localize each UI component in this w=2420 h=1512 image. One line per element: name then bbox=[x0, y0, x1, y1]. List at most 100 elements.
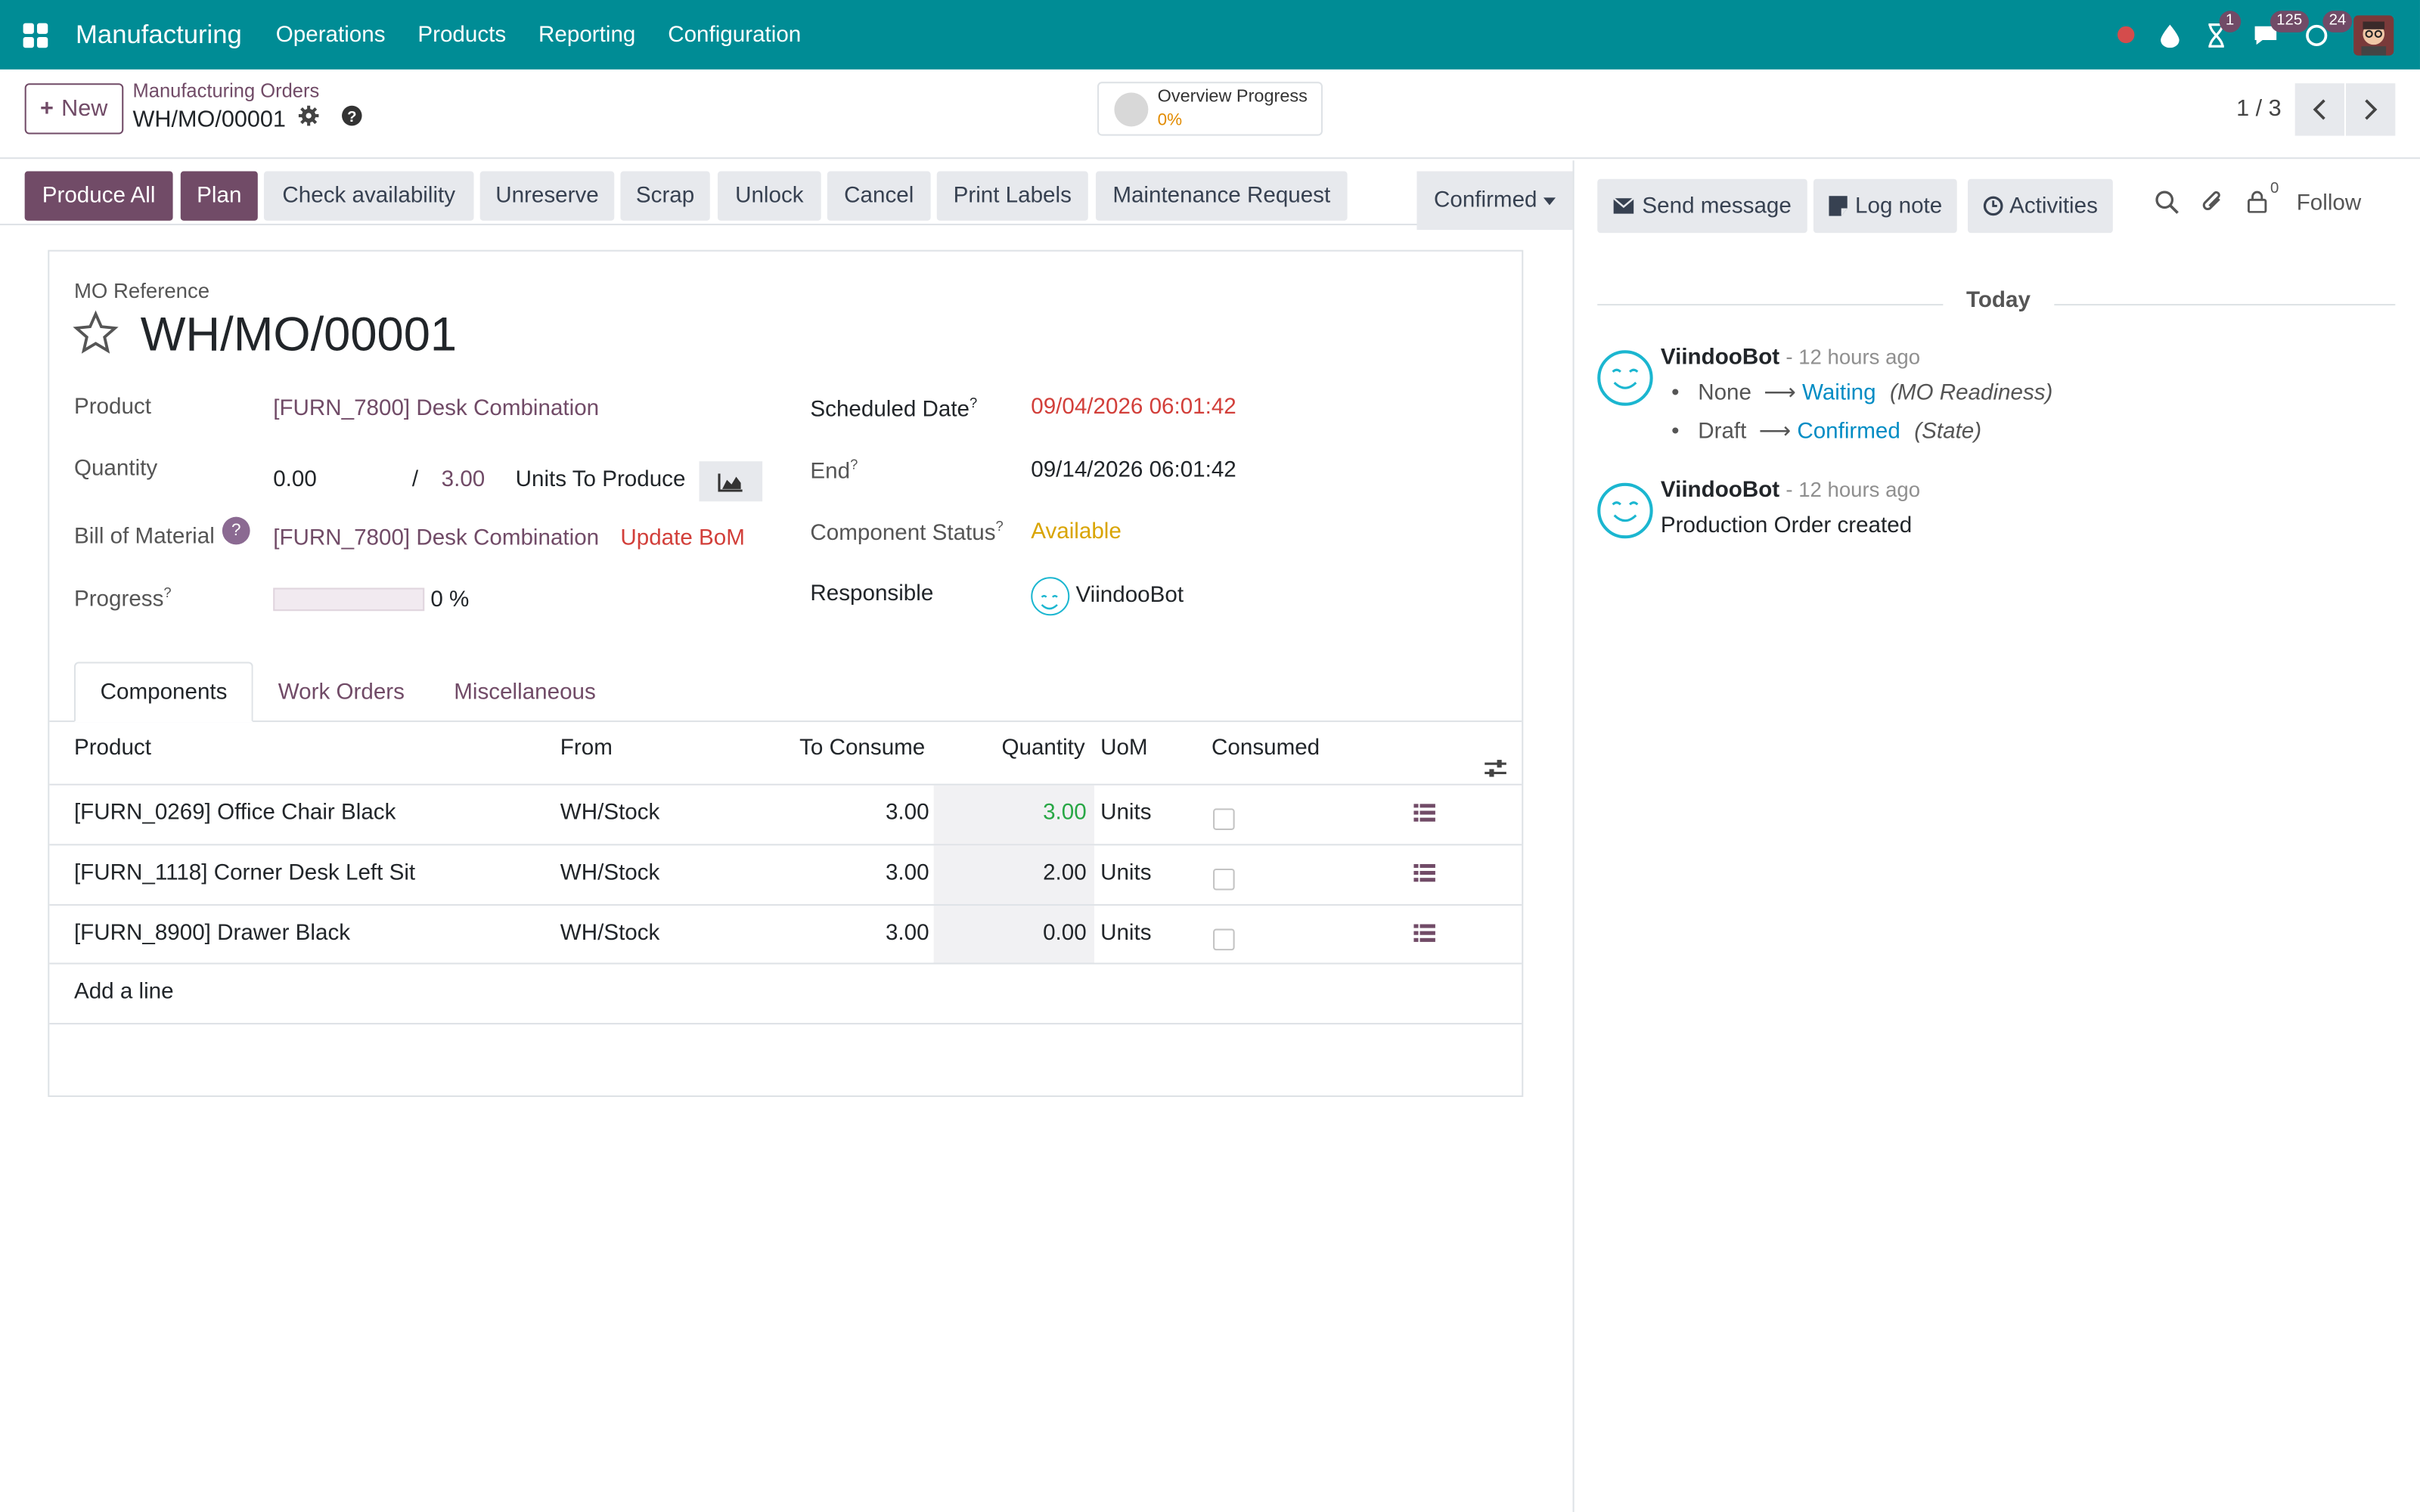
breadcrumb-parent[interactable]: Manufacturing Orders bbox=[133, 80, 320, 102]
add-line-link[interactable]: Add a line bbox=[74, 980, 174, 1005]
search-icon[interactable] bbox=[2155, 190, 2180, 222]
overview-progress-value: 0% bbox=[1157, 110, 1183, 130]
end-date-label-text: End bbox=[810, 459, 851, 485]
updates-icon[interactable]: 24 bbox=[2304, 10, 2353, 48]
print-labels-button[interactable]: Print Labels bbox=[936, 171, 1088, 221]
end-date-field[interactable]: 09/14/2026 06:01:42 bbox=[1031, 458, 1236, 483]
progress-bar bbox=[273, 587, 425, 612]
change-field: (MO Readiness) bbox=[1889, 381, 2053, 406]
tracking-change: • None ⟶ Waiting (MO Readiness) bbox=[1671, 381, 2053, 406]
row-quantity[interactable]: 3.00 bbox=[1043, 801, 1087, 826]
scrap-button[interactable]: Scrap bbox=[620, 171, 710, 221]
change-from: Draft bbox=[1698, 420, 1747, 445]
detailed-operations-icon[interactable] bbox=[1413, 804, 1435, 822]
scheduled-date-field[interactable]: 09/04/2026 06:01:42 bbox=[1031, 395, 1236, 420]
chatter-panel: Send message Log note Activities 0 Follo… bbox=[1572, 160, 2420, 1512]
app-brand[interactable]: Manufacturing bbox=[76, 20, 242, 51]
gear-icon[interactable] bbox=[298, 105, 320, 133]
col-consumed[interactable]: Consumed bbox=[1212, 736, 1320, 761]
bom-help-badge[interactable]: ? bbox=[222, 516, 250, 545]
apps-menu-icon[interactable] bbox=[23, 22, 48, 48]
clock-icon bbox=[1983, 196, 2003, 216]
menu-products[interactable]: Products bbox=[417, 23, 506, 48]
update-bom-button[interactable]: Update BoM bbox=[620, 526, 745, 551]
activity-hourglass-icon[interactable]: 1 bbox=[2205, 10, 2241, 48]
responsible-field[interactable]: ViindooBot bbox=[1075, 583, 1184, 608]
change-field: (State) bbox=[1914, 420, 1982, 445]
recording-dot-icon[interactable] bbox=[2117, 26, 2135, 44]
row-product: [FURN_8900] Drawer Black bbox=[73, 921, 351, 947]
menu-configuration[interactable]: Configuration bbox=[668, 23, 801, 48]
message-author[interactable]: ViindooBot - 12 hours ago bbox=[1661, 345, 1920, 370]
new-button[interactable]: + New bbox=[24, 83, 123, 135]
tab-miscellaneous[interactable]: Miscellaneous bbox=[430, 662, 621, 723]
row-uom: Units bbox=[1100, 921, 1152, 947]
detailed-operations-icon[interactable] bbox=[1413, 924, 1435, 942]
col-to-consume[interactable]: To Consume bbox=[799, 736, 925, 761]
row-quantity[interactable]: 0.00 bbox=[1043, 921, 1087, 946]
followers-button[interactable]: 0 bbox=[2247, 181, 2279, 213]
component-status-value: Available bbox=[1031, 519, 1122, 545]
quantity-total-input[interactable]: 3.00 bbox=[442, 467, 486, 492]
row-from: WH/Stock bbox=[560, 860, 660, 886]
plan-button[interactable]: Plan bbox=[180, 171, 258, 221]
send-message-button[interactable]: Send message bbox=[1597, 178, 1807, 234]
check-availability-button[interactable]: Check availability bbox=[263, 171, 474, 221]
pager-value[interactable]: 1 / 3 bbox=[2236, 96, 2282, 122]
user-avatar[interactable] bbox=[2353, 14, 2394, 55]
table-row[interactable]: [FURN_1118] Corner Desk Left Sit WH/Stoc… bbox=[49, 844, 1522, 904]
overview-progress-widget[interactable]: Overview Progress 0% bbox=[1097, 82, 1323, 136]
message-author[interactable]: ViindooBot - 12 hours ago bbox=[1661, 479, 1920, 503]
row-consumed-checkbox[interactable] bbox=[1213, 928, 1235, 951]
produce-all-button[interactable]: Produce All bbox=[24, 171, 173, 221]
component-status-label-text: Component Status bbox=[810, 521, 996, 547]
help-icon[interactable]: ? bbox=[341, 105, 363, 133]
paperclip-icon[interactable] bbox=[2201, 190, 2224, 224]
tab-components[interactable]: Components bbox=[73, 662, 254, 723]
row-consumed-checkbox[interactable] bbox=[1213, 868, 1235, 891]
col-from[interactable]: From bbox=[560, 736, 613, 761]
favorite-star-icon[interactable] bbox=[73, 310, 119, 369]
row-to-consume: 3.00 bbox=[885, 860, 929, 886]
pager-next-button[interactable] bbox=[2346, 83, 2396, 136]
send-message-label: Send message bbox=[1642, 194, 1792, 218]
updates-badge: 24 bbox=[2322, 10, 2353, 32]
row-consumed-checkbox[interactable] bbox=[1213, 808, 1235, 830]
date-divider-label: Today bbox=[1943, 288, 2054, 314]
log-note-button[interactable]: Log note bbox=[1813, 178, 1958, 234]
maintenance-request-button[interactable]: Maintenance Request bbox=[1095, 171, 1348, 221]
droplet-icon[interactable] bbox=[2159, 23, 2181, 48]
row-quantity[interactable]: 2.00 bbox=[1043, 861, 1087, 886]
notebook-tabs: Components Work Orders Miscellaneous bbox=[73, 662, 621, 723]
form-statusbar: Produce All Plan Check availability Unre… bbox=[0, 160, 1573, 231]
col-quantity[interactable]: Quantity bbox=[1001, 736, 1084, 761]
row-from: WH/Stock bbox=[560, 921, 660, 947]
status-dropdown[interactable]: Confirmed bbox=[1416, 171, 1573, 231]
activities-button[interactable]: Activities bbox=[1968, 178, 2114, 234]
col-uom[interactable]: UoM bbox=[1100, 736, 1147, 761]
unreserve-button[interactable]: Unreserve bbox=[479, 171, 615, 221]
forecast-chart-button[interactable] bbox=[699, 461, 763, 502]
cancel-button[interactable]: Cancel bbox=[827, 171, 931, 221]
table-row[interactable]: [FURN_8900] Drawer Black WH/Stock 3.00 0… bbox=[49, 903, 1522, 965]
status-label: Confirmed bbox=[1433, 187, 1537, 213]
unlock-button[interactable]: Unlock bbox=[717, 171, 821, 221]
col-product[interactable]: Product bbox=[74, 736, 151, 761]
detailed-operations-icon[interactable] bbox=[1413, 863, 1435, 882]
product-field[interactable]: [FURN_7800] Desk Combination bbox=[273, 396, 599, 421]
messages-badge: 125 bbox=[2270, 10, 2309, 32]
activity-badge: 1 bbox=[2219, 10, 2241, 32]
row-to-consume: 3.00 bbox=[885, 801, 929, 826]
bom-field[interactable]: [FURN_7800] Desk Combination bbox=[273, 526, 599, 551]
follow-button[interactable]: Follow bbox=[2297, 191, 2362, 216]
table-row[interactable]: [FURN_0269] Office Chair Black WH/Stock … bbox=[49, 783, 1522, 844]
quantity-produced-input[interactable]: 0.00 bbox=[273, 467, 317, 492]
menu-reporting[interactable]: Reporting bbox=[538, 23, 635, 48]
menu-operations[interactable]: Operations bbox=[276, 23, 386, 48]
row-product: [FURN_1118] Corner Desk Left Sit bbox=[73, 860, 416, 886]
pager-previous-button[interactable] bbox=[2294, 83, 2344, 136]
message-time: - 12 hours ago bbox=[1786, 478, 1921, 502]
tab-work-orders[interactable]: Work Orders bbox=[253, 662, 429, 723]
messages-icon[interactable]: 125 bbox=[2252, 10, 2309, 48]
progress-value: 0 % bbox=[430, 587, 470, 613]
